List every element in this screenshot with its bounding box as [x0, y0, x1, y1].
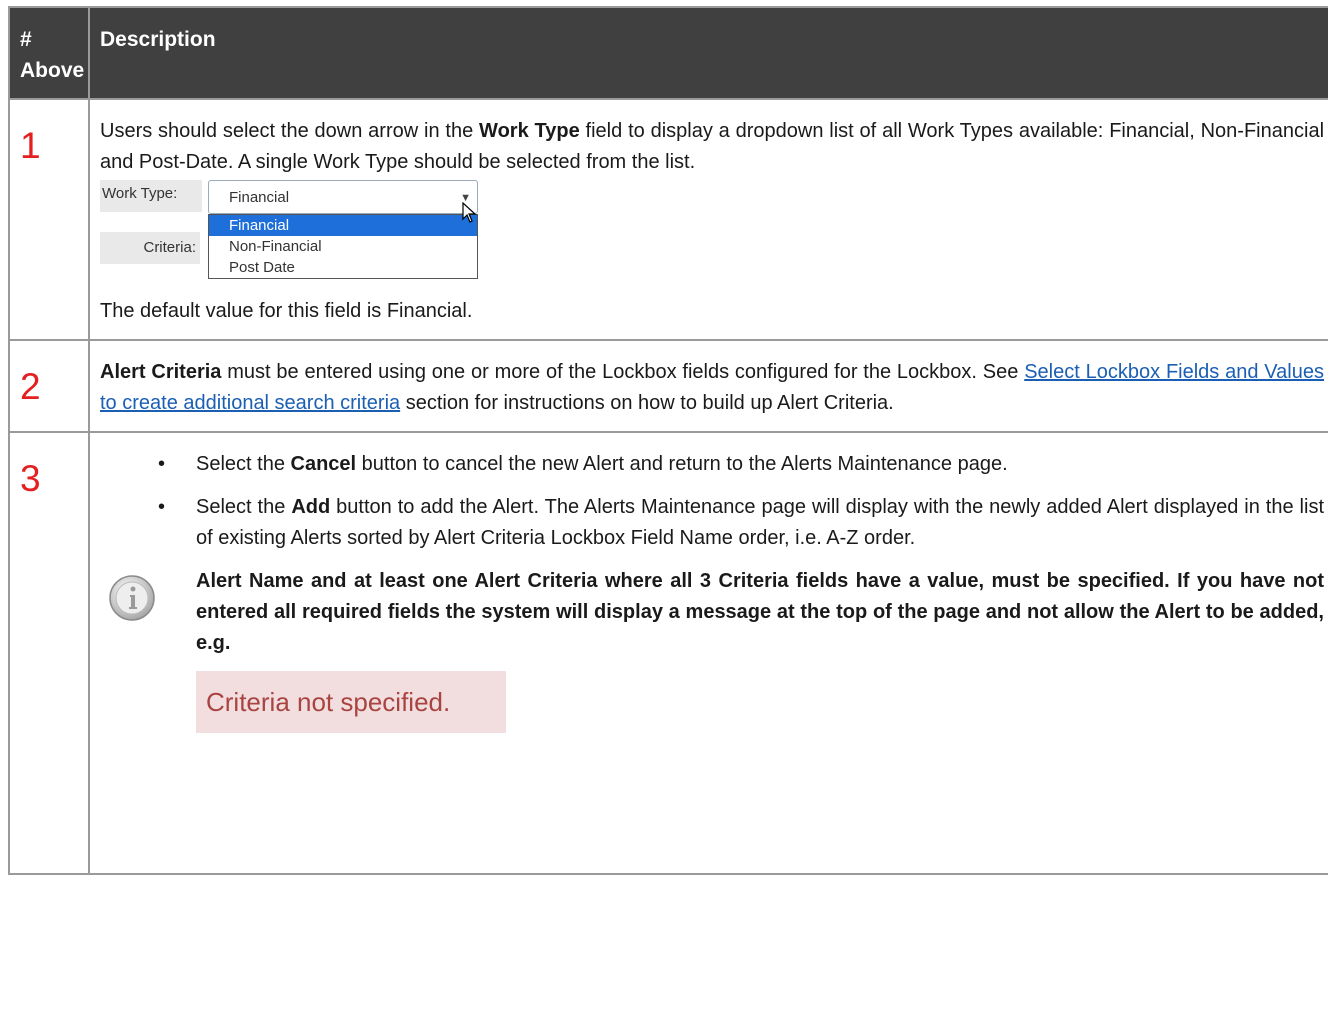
mouse-cursor-icon: [462, 202, 477, 223]
row-number: 1: [8, 98, 90, 341]
error-message: Criteria not specified.: [196, 671, 506, 733]
row-number: 3: [8, 431, 90, 875]
info-note: Alert Name and at least one Alert Criter…: [100, 566, 1324, 659]
header-description: Description: [88, 6, 1328, 100]
header-row: # Above Description: [8, 6, 1328, 100]
option-financial[interactable]: Financial: [209, 215, 477, 236]
table-row: 1 Users should select the down arrow in …: [8, 98, 1328, 341]
info-icon: [109, 575, 155, 621]
row-description: Select the Cancel button to cancel the n…: [88, 431, 1328, 875]
list-item: Select the Add button to add the Alert. …: [100, 492, 1324, 554]
row1-footer: The default value for this field is Fina…: [100, 300, 473, 322]
selected-value: Financial: [229, 189, 290, 206]
work-type-widget: Work Type: Criteria: Financial ▼ Financi…: [100, 180, 1324, 284]
header-number: # Above: [8, 6, 90, 100]
table-row: 2 Alert Criteria must be entered using o…: [8, 339, 1328, 433]
row-description: Users should select the down arrow in th…: [88, 98, 1328, 341]
row2-text: Alert Criteria must be entered using one…: [100, 361, 1324, 414]
option-non-financial[interactable]: Non-Financial: [209, 236, 477, 257]
work-type-dropdown: Financial Non-Financial Post Date: [208, 214, 478, 279]
list-item: Select the Cancel button to cancel the n…: [100, 449, 1324, 480]
row1-intro: Users should select the down arrow in th…: [100, 120, 1325, 173]
row-number: 2: [8, 339, 90, 433]
work-type-label: Work Type:: [100, 180, 202, 212]
criteria-label: Criteria:: [100, 232, 200, 264]
option-post-date[interactable]: Post Date: [209, 257, 477, 278]
row-description: Alert Criteria must be entered using one…: [88, 339, 1328, 433]
description-table: # Above Description 1 Users should selec…: [8, 6, 1328, 875]
table-row: 3 Select the Cancel button to cancel the…: [8, 431, 1328, 875]
note-text: Alert Name and at least one Alert Criter…: [196, 570, 1324, 654]
bullet-list: Select the Cancel button to cancel the n…: [100, 449, 1324, 554]
work-type-select[interactable]: Financial ▼: [208, 180, 478, 214]
